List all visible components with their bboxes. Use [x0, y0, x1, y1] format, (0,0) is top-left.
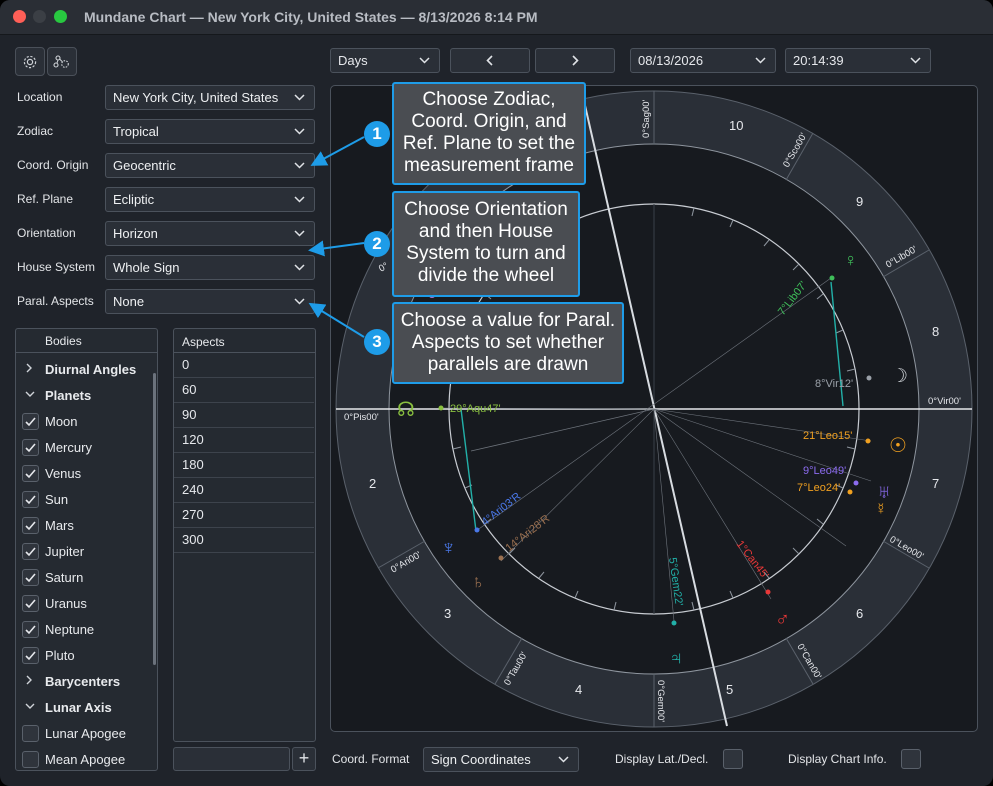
- coord-format-select[interactable]: Sign Coordinates: [423, 747, 579, 772]
- callout-badge-2: 2: [364, 231, 390, 257]
- callout-badge-3: 3: [364, 329, 390, 355]
- display-lat-decl-checkbox[interactable]: [723, 749, 743, 769]
- coord-format-label: Coord. Format: [332, 752, 410, 766]
- display-chart-info-checkbox[interactable]: [901, 749, 921, 769]
- display-lat-decl-label: Display Lat./Decl.: [615, 752, 709, 766]
- callout-arrows: [308, 136, 365, 338]
- callout-badge-1: 1: [364, 121, 390, 147]
- coord-format-value: Sign Coordinates: [431, 752, 531, 767]
- chevron-down-icon: [558, 756, 569, 763]
- display-chart-info-label: Display Chart Info.: [788, 752, 887, 766]
- app-window: Mundane Chart — New York City, United St…: [0, 0, 993, 786]
